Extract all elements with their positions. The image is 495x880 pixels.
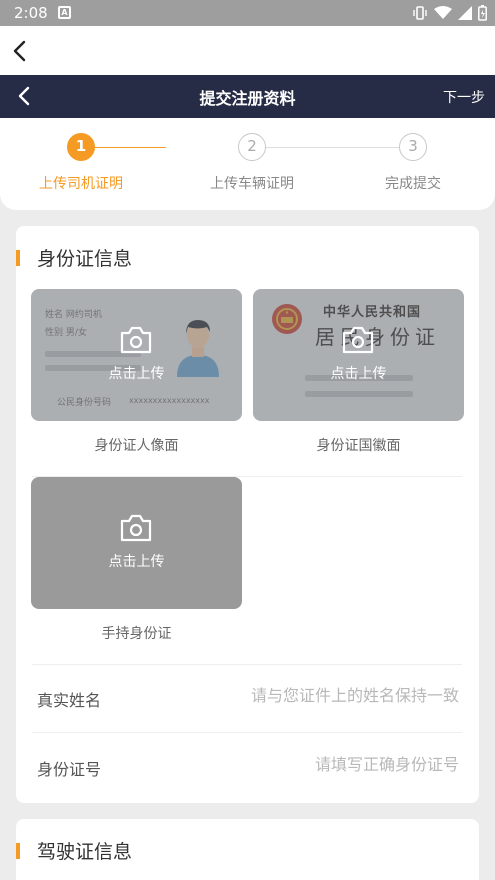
step-label: 完成提交	[385, 176, 441, 192]
notification-a-icon: A	[58, 6, 71, 19]
id-hold-upload[interactable]: 点击上传	[31, 477, 242, 609]
divider	[32, 664, 462, 665]
status-time: 2:08	[14, 4, 48, 22]
step-number: 1	[67, 133, 95, 161]
camera-icon	[120, 514, 152, 542]
browser-bar	[0, 26, 495, 75]
upload-overlay	[31, 289, 242, 421]
license-info-card: 驾驶证信息	[16, 819, 479, 880]
battery-icon	[478, 5, 487, 21]
step-3: 3 完成提交	[343, 133, 483, 193]
signal-icon	[458, 6, 472, 20]
id-number-label: 身份证号	[37, 760, 102, 779]
step-number: 2	[238, 133, 266, 161]
id-front-caption: 身份证人像面	[94, 438, 179, 454]
back-arrow-icon[interactable]	[10, 40, 30, 62]
id-back-caption: 身份证国徽面	[316, 438, 401, 454]
id-number-input[interactable]	[179, 755, 459, 774]
status-icons	[412, 4, 487, 22]
next-step-button[interactable]: 下一步	[443, 87, 485, 107]
id-back-upload[interactable]: 中华人民共和国 居民身份证 点击上传	[253, 289, 464, 421]
id-front-upload[interactable]: 姓名 网约司机 性别 男/女 公民身份号码 xxxxxxxxxxxxxxxxx …	[31, 289, 242, 421]
upload-label: 点击上传	[108, 366, 165, 382]
step-2: 2 上传车辆证明	[182, 133, 322, 193]
upload-label: 点击上传	[330, 366, 387, 382]
id-hold-caption: 手持身份证	[101, 626, 172, 642]
wifi-icon	[434, 6, 452, 19]
step-number: 3	[399, 133, 427, 161]
page-title: 提交注册资料	[199, 89, 296, 108]
section-accent-bar	[16, 250, 20, 266]
camera-icon	[120, 326, 152, 354]
progress-steps: 1 上传司机证明 2 上传车辆证明 3 完成提交	[0, 118, 495, 210]
real-name-label: 真实姓名	[37, 691, 102, 710]
step-label: 上传车辆证明	[210, 176, 294, 192]
step-label: 上传司机证明	[39, 176, 123, 192]
status-bar: 2:08 A	[0, 0, 495, 26]
vibrate-icon	[413, 6, 427, 20]
divider	[32, 732, 462, 733]
section-accent-bar	[16, 843, 20, 859]
upload-overlay	[253, 289, 464, 421]
upload-label: 点击上传	[108, 554, 165, 570]
step-1: 1 上传司机证明	[11, 133, 151, 193]
real-name-input[interactable]	[179, 686, 459, 705]
id-info-card: 身份证信息 姓名 网约司机 性别 男/女 公民身份号码 xxxxxxxxxxxx…	[16, 226, 479, 803]
camera-icon	[342, 326, 374, 354]
nav-bar: 提交注册资料 下一步	[0, 75, 495, 118]
section-title: 驾驶证信息	[37, 841, 133, 863]
section-title: 身份证信息	[37, 248, 133, 270]
